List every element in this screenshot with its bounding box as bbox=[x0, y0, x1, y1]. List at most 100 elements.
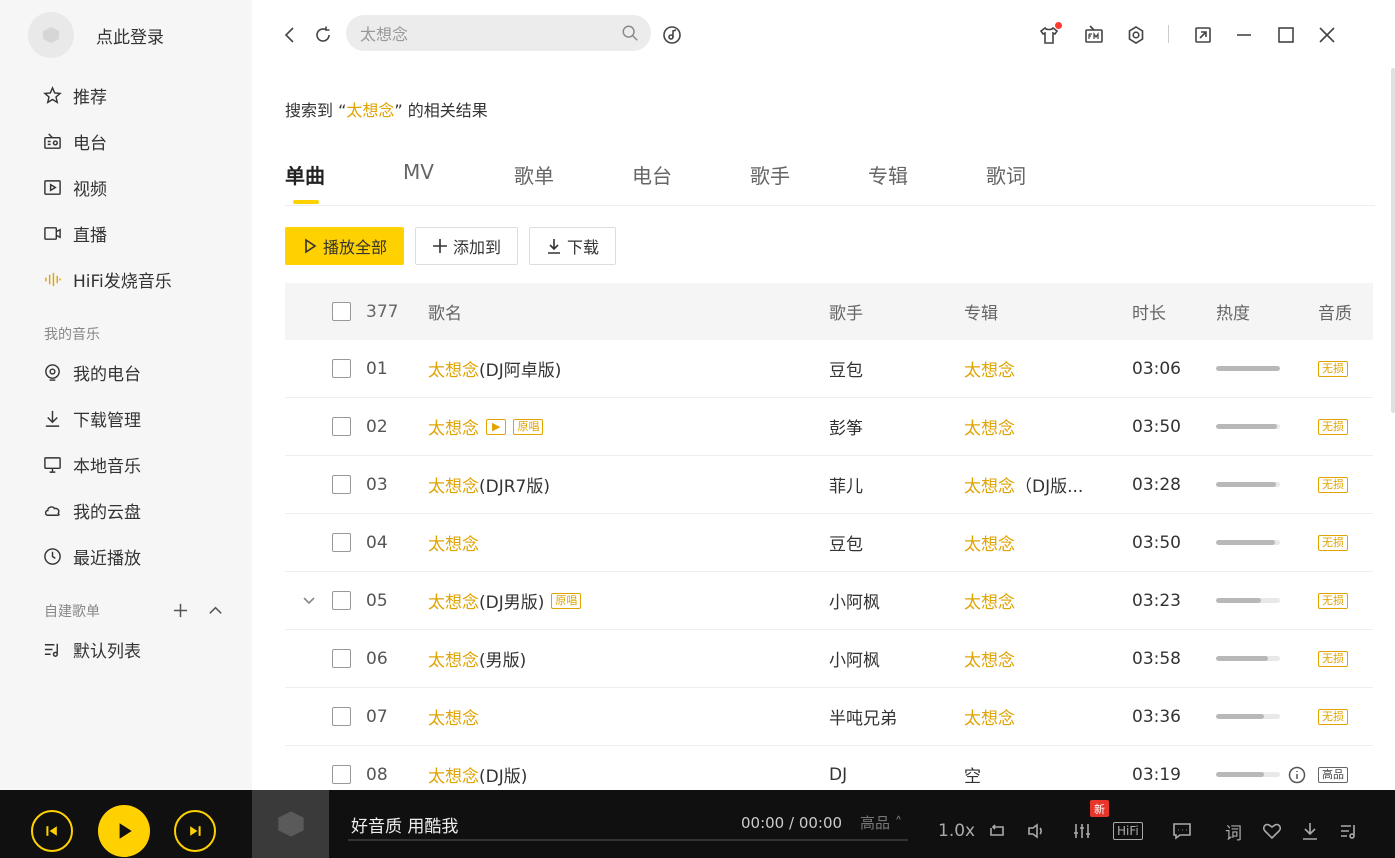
song-title-link[interactable]: 太想念 bbox=[428, 530, 479, 555]
back-button[interactable] bbox=[279, 24, 301, 46]
tab-albums[interactable]: 专辑 bbox=[868, 160, 908, 189]
album-link[interactable]: 太想念 bbox=[964, 414, 1015, 439]
album-link[interactable]: 太想念 bbox=[964, 472, 1015, 497]
progress-bar[interactable] bbox=[348, 839, 908, 841]
table-row[interactable]: 07 太想念 半吨兄弟 太想念 03:36 无损 bbox=[285, 688, 1373, 746]
sidebar-item-recommend[interactable]: 推荐 bbox=[42, 80, 107, 110]
fm-button[interactable] bbox=[1083, 24, 1105, 46]
table-row[interactable]: 04 太想念 豆包 太想念 03:50 无损 bbox=[285, 514, 1373, 572]
artist-link[interactable]: 菲儿 bbox=[829, 456, 863, 513]
sidebar-item-hifi[interactable]: HiFi发烧音乐 bbox=[42, 264, 172, 294]
album-link[interactable]: 太想念 bbox=[964, 646, 1015, 671]
sidebar-item-video[interactable]: 视频 bbox=[42, 172, 107, 202]
row-checkbox[interactable] bbox=[332, 765, 351, 784]
download-button[interactable]: 下载 bbox=[529, 227, 617, 265]
add-playlist-icon[interactable] bbox=[172, 602, 189, 623]
close-button[interactable] bbox=[1316, 24, 1338, 46]
header-heat[interactable]: 热度 bbox=[1216, 283, 1250, 340]
artist-link[interactable]: 小阿枫 bbox=[829, 572, 880, 629]
settings-button[interactable] bbox=[1125, 24, 1147, 46]
search-icon[interactable] bbox=[621, 24, 639, 42]
prev-button[interactable] bbox=[31, 810, 73, 852]
speed-button[interactable]: 1.0x bbox=[938, 820, 975, 842]
song-title-link[interactable]: 太想念 bbox=[428, 762, 479, 787]
artist-link[interactable]: 半吨兄弟 bbox=[829, 688, 897, 745]
sidebar-item-cloud[interactable]: 我的云盘 bbox=[42, 495, 141, 525]
player-download-button[interactable] bbox=[1300, 820, 1320, 842]
quality-badge[interactable]: 无损 bbox=[1318, 360, 1348, 377]
info-icon[interactable] bbox=[1288, 766, 1306, 784]
song-title-link[interactable]: 太想念 bbox=[428, 646, 479, 671]
tab-songs[interactable]: 单曲 bbox=[285, 160, 325, 189]
equalizer-button[interactable] bbox=[1072, 820, 1092, 842]
quality-badge[interactable]: 无损 bbox=[1318, 534, 1348, 551]
search-input[interactable] bbox=[360, 15, 610, 51]
volume-button[interactable] bbox=[1026, 820, 1046, 842]
row-checkbox[interactable] bbox=[332, 707, 351, 726]
song-title-link[interactable]: 太想念 bbox=[428, 472, 479, 497]
comment-button[interactable] bbox=[1172, 820, 1192, 842]
row-checkbox[interactable] bbox=[332, 533, 351, 552]
album-link[interactable]: 太想念 bbox=[964, 356, 1015, 381]
tab-artists[interactable]: 歌手 bbox=[750, 160, 790, 189]
tab-radio[interactable]: 电台 bbox=[632, 160, 672, 189]
song-title-link[interactable]: 太想念 bbox=[428, 414, 479, 439]
header-artist[interactable]: 歌手 bbox=[829, 283, 863, 340]
play-all-button[interactable]: 播放全部 bbox=[285, 227, 405, 265]
header-title[interactable]: 歌名 bbox=[428, 283, 462, 340]
collapse-icon[interactable] bbox=[207, 602, 224, 623]
song-title-link[interactable]: 太想念 bbox=[428, 356, 479, 381]
hifi-button[interactable]: HiFi bbox=[1113, 820, 1143, 842]
quality-badge[interactable]: 无损 bbox=[1318, 476, 1348, 493]
playlist-button[interactable] bbox=[1339, 820, 1359, 842]
album-link[interactable]: 太想念 bbox=[964, 588, 1015, 613]
quality-badge[interactable]: 无损 bbox=[1318, 418, 1348, 435]
login-label[interactable]: 点此登录 bbox=[96, 23, 164, 48]
row-checkbox[interactable] bbox=[332, 591, 351, 610]
quality-badge[interactable]: 高品 bbox=[1318, 766, 1348, 783]
table-row[interactable]: 06 太想念 (男版) 小阿枫 太想念 03:58 无损 bbox=[285, 630, 1373, 688]
artist-link[interactable]: 豆包 bbox=[829, 514, 863, 571]
album-link[interactable]: 太想念 bbox=[964, 530, 1015, 555]
header-quality[interactable]: 音质 bbox=[1318, 283, 1352, 340]
add-to-button[interactable]: 添加到 bbox=[415, 227, 519, 265]
music-recognition-button[interactable] bbox=[661, 24, 683, 46]
favorite-button[interactable] bbox=[1262, 820, 1282, 842]
header-album[interactable]: 专辑 bbox=[964, 283, 998, 340]
quality-selector[interactable]: 高品 ˄ bbox=[860, 812, 902, 833]
refresh-button[interactable] bbox=[312, 24, 334, 46]
artist-link[interactable]: 豆包 bbox=[829, 340, 863, 397]
expand-versions-icon[interactable] bbox=[301, 592, 317, 608]
scrollbar[interactable] bbox=[1391, 68, 1395, 413]
sidebar-item-download[interactable]: 下载管理 bbox=[42, 403, 141, 433]
sidebar-item-radio[interactable]: 电台 bbox=[42, 126, 107, 156]
maximize-button[interactable] bbox=[1275, 24, 1297, 46]
tab-mv[interactable]: MV bbox=[403, 160, 434, 184]
row-checkbox[interactable] bbox=[332, 417, 351, 436]
tab-lyrics[interactable]: 歌词 bbox=[986, 160, 1026, 189]
table-row[interactable]: 03 太想念 (DJR7版) 菲儿 太想念 （DJ版... 03:28 无损 bbox=[285, 456, 1373, 514]
album-cover[interactable] bbox=[252, 790, 329, 858]
header-duration[interactable]: 时长 bbox=[1132, 283, 1166, 340]
artist-link[interactable]: 小阿枫 bbox=[829, 630, 880, 687]
quality-badge[interactable]: 无损 bbox=[1318, 592, 1348, 609]
minimize-button[interactable] bbox=[1233, 24, 1255, 46]
album-link[interactable]: 空 bbox=[964, 762, 981, 787]
table-row[interactable]: 02 太想念 ▶ 原唱 彭筝 太想念 03:50 无损 bbox=[285, 398, 1373, 456]
row-checkbox[interactable] bbox=[332, 649, 351, 668]
mini-mode-button[interactable] bbox=[1192, 24, 1214, 46]
loop-mode-button[interactable] bbox=[987, 820, 1007, 842]
play-button[interactable] bbox=[98, 805, 150, 857]
mv-tag[interactable]: ▶ bbox=[486, 418, 507, 435]
row-checkbox[interactable] bbox=[332, 475, 351, 494]
album-link[interactable]: 太想念 bbox=[964, 704, 1015, 729]
row-checkbox[interactable] bbox=[332, 359, 351, 378]
sidebar-item-my-radio[interactable]: 我的电台 bbox=[42, 357, 141, 387]
artist-link[interactable]: 彭筝 bbox=[829, 398, 863, 455]
song-title-link[interactable]: 太想念 bbox=[428, 704, 479, 729]
lyrics-button[interactable]: 词 bbox=[1225, 820, 1242, 844]
table-row[interactable]: 01 太想念 (DJ阿卓版) 豆包 太想念 03:06 无损 bbox=[285, 340, 1373, 398]
select-all-checkbox[interactable] bbox=[332, 302, 351, 321]
quality-badge[interactable]: 无损 bbox=[1318, 708, 1348, 725]
tab-playlists[interactable]: 歌单 bbox=[514, 160, 554, 189]
